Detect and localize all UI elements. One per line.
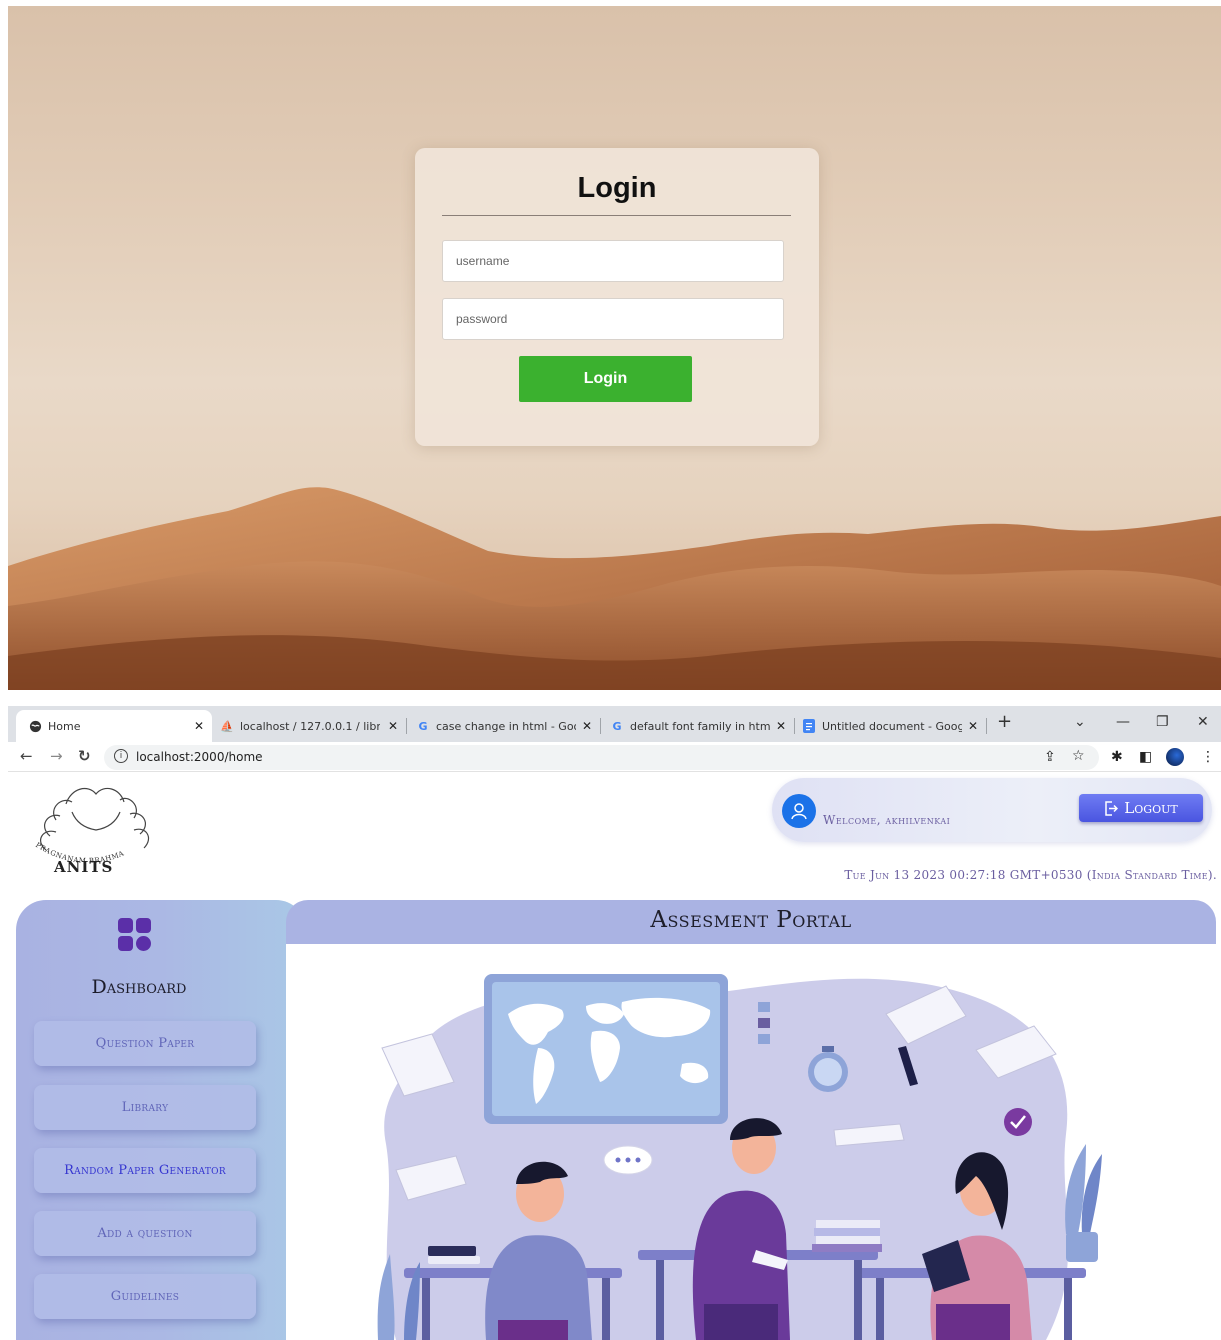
- browser-toolbar: ← → ↻ i localhost:2000/home ⇪ ☆ ✱ ◧ ⋮: [8, 742, 1221, 772]
- welcome-text: Welcome, akhilvenkai: [823, 813, 951, 827]
- tab-phpmyadmin[interactable]: ⛵ localhost / 127.0.0.1 / library ✕: [220, 710, 406, 742]
- tab-label: localhost / 127.0.0.1 / library: [240, 719, 380, 733]
- tab-home[interactable]: Home ✕: [16, 710, 212, 742]
- close-icon[interactable]: ✕: [194, 719, 204, 733]
- tab-label: case change in html - Google: [436, 719, 576, 733]
- students-exam-illustration: [377, 974, 1102, 1340]
- site-info-icon[interactable]: i: [114, 749, 128, 763]
- google-icon: G: [418, 719, 428, 733]
- google-icon: G: [612, 719, 622, 733]
- sidebar-item-add-question[interactable]: Add a question: [34, 1211, 256, 1256]
- user-avatar: [782, 794, 816, 828]
- tab-search-chevron-icon[interactable]: ⌄: [1074, 714, 1086, 730]
- user-welcome-bar: Welcome, akhilvenkai Logout: [772, 778, 1212, 842]
- bookmark-star-icon[interactable]: ☆: [1072, 748, 1085, 764]
- password-input[interactable]: [442, 298, 784, 340]
- close-icon[interactable]: ✕: [388, 719, 398, 733]
- login-card: Login Login: [415, 148, 819, 446]
- login-title: Login: [577, 172, 657, 204]
- tab-separator: [986, 718, 987, 734]
- dashboard-title: Dashboard: [91, 976, 187, 998]
- forward-arrow-icon[interactable]: →: [50, 747, 63, 765]
- login-button[interactable]: Login: [519, 356, 692, 402]
- menu-kebab-icon[interactable]: ⋮: [1201, 749, 1215, 765]
- sidebar: Dashboard Question Paper Library Random …: [16, 900, 306, 1340]
- tab-label: Home: [48, 719, 81, 733]
- sidebar-item-guidelines[interactable]: Guidelines: [34, 1274, 256, 1319]
- tab-google-search-2[interactable]: G default font family in html - ✕: [610, 710, 794, 742]
- portal-header: Assesment Portal: [286, 900, 1216, 944]
- portal-body: [286, 944, 1216, 1340]
- side-panel-icon[interactable]: ◧: [1139, 749, 1152, 765]
- page-title: Assesment Portal: [650, 907, 852, 933]
- window-close-icon[interactable]: ✕: [1197, 714, 1209, 730]
- logout-icon: [1105, 800, 1119, 816]
- tab-separator: [794, 718, 795, 734]
- extensions-puzzle-icon[interactable]: ✱: [1111, 749, 1123, 765]
- page-content: PRAGNANAM BRAHMA ANITS Welcome, akhilven…: [8, 772, 1221, 1340]
- sidebar-item-question-paper[interactable]: Question Paper: [34, 1021, 256, 1066]
- close-icon[interactable]: ✕: [582, 719, 592, 733]
- reload-icon[interactable]: ↻: [78, 747, 91, 765]
- close-icon[interactable]: ✕: [968, 719, 978, 733]
- current-datetime: Tue Jun 13 2023 00:27:18 GMT+0530 (India…: [844, 868, 1217, 882]
- login-screen: Login Login: [8, 6, 1221, 690]
- tab-google-search-1[interactable]: G case change in html - Google ✕: [416, 710, 600, 742]
- globe-icon: [28, 719, 42, 733]
- tab-label: default font family in html -: [630, 719, 770, 733]
- user-icon: [791, 803, 807, 820]
- sidebar-item-random-paper-generator[interactable]: Random Paper Generator: [34, 1148, 256, 1193]
- url-text: localhost:2000/home: [136, 750, 263, 764]
- close-icon[interactable]: ✕: [776, 719, 786, 733]
- logout-label: Logout: [1124, 799, 1178, 817]
- profile-avatar[interactable]: [1166, 748, 1184, 766]
- tab-strip: Home ✕ ⛵ localhost / 127.0.0.1 / library…: [8, 706, 1221, 742]
- logo-text: ANITS: [54, 858, 114, 876]
- tab-label: Untitled document - Google: [822, 719, 962, 733]
- tab-google-docs[interactable]: Untitled document - Google ✕: [802, 710, 986, 742]
- new-tab-icon[interactable]: +: [997, 711, 1012, 732]
- tab-separator: [600, 718, 601, 734]
- browser-window: Home ✕ ⛵ localhost / 127.0.0.1 / library…: [8, 706, 1221, 1340]
- phpmyadmin-icon: ⛵: [220, 719, 234, 733]
- docs-icon: [802, 719, 816, 733]
- logout-button[interactable]: Logout: [1079, 794, 1203, 822]
- minimize-icon[interactable]: —: [1116, 714, 1130, 730]
- restore-icon[interactable]: ❐: [1156, 714, 1169, 730]
- dashboard-grid-icon: [118, 918, 151, 951]
- address-bar[interactable]: i localhost:2000/home ⇪ ☆: [104, 745, 1099, 770]
- back-arrow-icon[interactable]: ←: [20, 747, 33, 765]
- tab-separator: [406, 718, 407, 734]
- sidebar-item-library[interactable]: Library: [34, 1085, 256, 1130]
- username-input[interactable]: [442, 240, 784, 282]
- login-divider: [442, 215, 791, 216]
- share-icon[interactable]: ⇪: [1044, 749, 1056, 765]
